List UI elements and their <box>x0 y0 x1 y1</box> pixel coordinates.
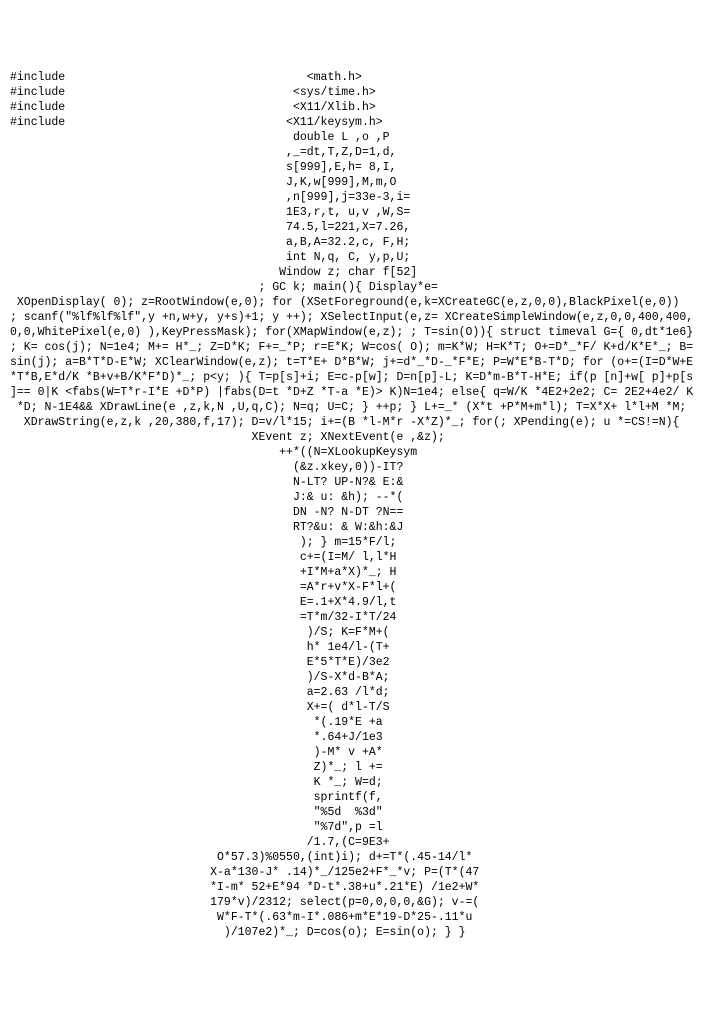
ioccc-flight-sim-source: #include <math.h> #include <sys/time.h> … <box>10 70 715 940</box>
